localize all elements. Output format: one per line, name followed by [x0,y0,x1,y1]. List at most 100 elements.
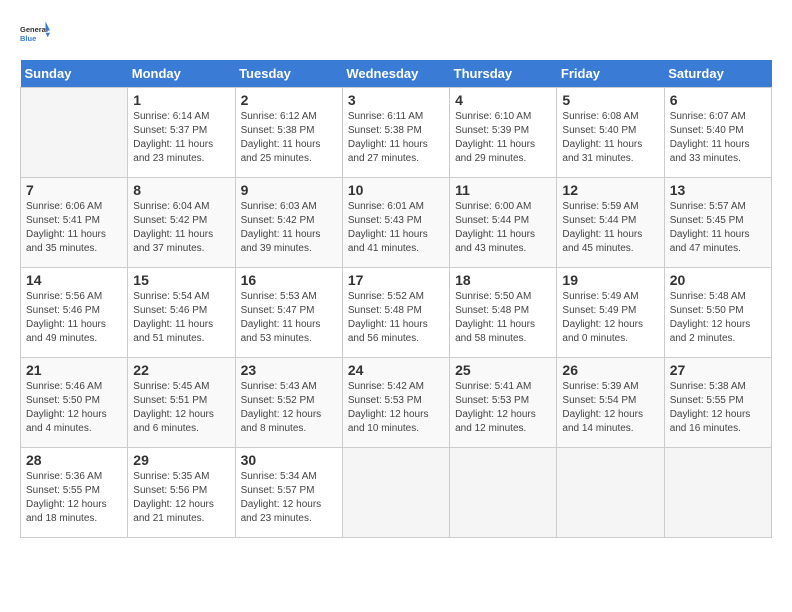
logo: General Blue [20,20,54,50]
day-header-thursday: Thursday [450,60,557,88]
day-number: 18 [455,272,551,288]
day-header-friday: Friday [557,60,664,88]
calendar-cell: 24 Sunrise: 5:42 AM Sunset: 5:53 PM Dayli… [342,358,449,448]
calendar-cell [21,88,128,178]
day-number: 4 [455,92,551,108]
day-info: Sunrise: 6:00 AM Sunset: 5:44 PM Dayligh… [455,200,551,256]
day-info: Sunrise: 6:12 AM Sunset: 5:38 PM Dayligh… [241,110,337,166]
calendar-cell: 26 Sunrise: 5:39 AM Sunset: 5:54 PM Dayli… [557,358,664,448]
calendar-week-row: 28 Sunrise: 5:36 AM Sunset: 5:55 PM Dayli… [21,448,772,538]
day-number: 16 [241,272,337,288]
day-number: 6 [670,92,766,108]
day-number: 27 [670,362,766,378]
calendar-week-row: 1 Sunrise: 6:14 AM Sunset: 5:37 PM Daylig… [21,88,772,178]
calendar-cell: 30 Sunrise: 5:34 AM Sunset: 5:57 PM Dayli… [235,448,342,538]
day-number: 5 [562,92,658,108]
day-number: 10 [348,182,444,198]
calendar-cell: 29 Sunrise: 5:35 AM Sunset: 5:56 PM Dayli… [128,448,235,538]
calendar-cell: 22Sunrise: 5:45 AM Sunset: 5:51 PM Dayli… [128,358,235,448]
day-info: Sunrise: 6:04 AM Sunset: 5:42 PM Dayligh… [133,200,229,256]
calendar-cell [664,448,771,538]
calendar-week-row: 21 Sunrise: 5:46 AM Sunset: 5:50 PM Dayli… [21,358,772,448]
calendar-cell: 10Sunrise: 6:01 AM Sunset: 5:43 PM Dayli… [342,178,449,268]
day-number: 17 [348,272,444,288]
calendar-cell: 3 Sunrise: 6:11 AM Sunset: 5:38 PM Daylig… [342,88,449,178]
day-info: Sunrise: 5:41 AM Sunset: 5:53 PM Dayligh… [455,380,551,436]
calendar-cell: 20Sunrise: 5:48 AM Sunset: 5:50 PM Dayli… [664,268,771,358]
svg-text:General: General [20,25,48,34]
day-header-saturday: Saturday [664,60,771,88]
day-header-tuesday: Tuesday [235,60,342,88]
day-info: Sunrise: 5:59 AM Sunset: 5:44 PM Dayligh… [562,200,658,256]
calendar-cell: 11Sunrise: 6:00 AM Sunset: 5:44 PM Dayli… [450,178,557,268]
page-header: General Blue [20,20,772,50]
day-number: 26 [562,362,658,378]
calendar-cell: 23Sunrise: 5:43 AM Sunset: 5:52 PM Dayli… [235,358,342,448]
day-info: Sunrise: 5:56 AM Sunset: 5:46 PM Dayligh… [26,290,122,346]
day-header-wednesday: Wednesday [342,60,449,88]
day-number: 2 [241,92,337,108]
calendar-cell: 13 Sunrise: 5:57 AM Sunset: 5:45 PM Dayli… [664,178,771,268]
calendar-week-row: 7 Sunrise: 6:06 AM Sunset: 5:41 PM Daylig… [21,178,772,268]
calendar-cell: 16Sunrise: 5:53 AM Sunset: 5:47 PM Dayli… [235,268,342,358]
day-info: Sunrise: 5:54 AM Sunset: 5:46 PM Dayligh… [133,290,229,346]
day-info: Sunrise: 6:14 AM Sunset: 5:37 PM Dayligh… [133,110,229,166]
day-info: Sunrise: 5:36 AM Sunset: 5:55 PM Dayligh… [26,470,122,526]
calendar-table: SundayMondayTuesdayWednesdayThursdayFrid… [20,60,772,538]
day-info: Sunrise: 6:06 AM Sunset: 5:41 PM Dayligh… [26,200,122,256]
day-number: 15 [133,272,229,288]
calendar-cell: 14Sunrise: 5:56 AM Sunset: 5:46 PM Dayli… [21,268,128,358]
day-number: 1 [133,92,229,108]
day-number: 9 [241,182,337,198]
calendar-cell: 7 Sunrise: 6:06 AM Sunset: 5:41 PM Daylig… [21,178,128,268]
day-number: 30 [241,452,337,468]
calendar-cell: 1 Sunrise: 6:14 AM Sunset: 5:37 PM Daylig… [128,88,235,178]
calendar-cell: 5Sunrise: 6:08 AM Sunset: 5:40 PM Daylig… [557,88,664,178]
day-info: Sunrise: 6:11 AM Sunset: 5:38 PM Dayligh… [348,110,444,166]
calendar-cell: 27 Sunrise: 5:38 AM Sunset: 5:55 PM Dayli… [664,358,771,448]
calendar-cell: 25 Sunrise: 5:41 AM Sunset: 5:53 PM Dayli… [450,358,557,448]
calendar-cell: 6 Sunrise: 6:07 AM Sunset: 5:40 PM Daylig… [664,88,771,178]
calendar-cell: 9Sunrise: 6:03 AM Sunset: 5:42 PM Daylig… [235,178,342,268]
calendar-cell: 8Sunrise: 6:04 AM Sunset: 5:42 PM Daylig… [128,178,235,268]
svg-text:Blue: Blue [20,34,36,43]
day-number: 25 [455,362,551,378]
day-info: Sunrise: 5:46 AM Sunset: 5:50 PM Dayligh… [26,380,122,436]
day-info: Sunrise: 5:48 AM Sunset: 5:50 PM Dayligh… [670,290,766,346]
day-header-sunday: Sunday [21,60,128,88]
day-number: 13 [670,182,766,198]
day-number: 29 [133,452,229,468]
day-header-monday: Monday [128,60,235,88]
day-info: Sunrise: 5:49 AM Sunset: 5:49 PM Dayligh… [562,290,658,346]
day-info: Sunrise: 5:35 AM Sunset: 5:56 PM Dayligh… [133,470,229,526]
day-number: 12 [562,182,658,198]
day-number: 7 [26,182,122,198]
day-number: 19 [562,272,658,288]
day-info: Sunrise: 6:07 AM Sunset: 5:40 PM Dayligh… [670,110,766,166]
calendar-cell: 18 Sunrise: 5:50 AM Sunset: 5:48 PM Dayli… [450,268,557,358]
calendar-cell: 17Sunrise: 5:52 AM Sunset: 5:48 PM Dayli… [342,268,449,358]
logo-icon: General Blue [20,20,50,50]
day-info: Sunrise: 5:43 AM Sunset: 5:52 PM Dayligh… [241,380,337,436]
day-number: 22 [133,362,229,378]
calendar-header-row: SundayMondayTuesdayWednesdayThursdayFrid… [21,60,772,88]
calendar-cell [557,448,664,538]
day-number: 3 [348,92,444,108]
calendar-cell [342,448,449,538]
day-number: 21 [26,362,122,378]
day-info: Sunrise: 5:42 AM Sunset: 5:53 PM Dayligh… [348,380,444,436]
day-info: Sunrise: 5:50 AM Sunset: 5:48 PM Dayligh… [455,290,551,346]
day-info: Sunrise: 6:10 AM Sunset: 5:39 PM Dayligh… [455,110,551,166]
day-info: Sunrise: 5:34 AM Sunset: 5:57 PM Dayligh… [241,470,337,526]
calendar-cell: 2 Sunrise: 6:12 AM Sunset: 5:38 PM Daylig… [235,88,342,178]
day-info: Sunrise: 5:38 AM Sunset: 5:55 PM Dayligh… [670,380,766,436]
day-number: 24 [348,362,444,378]
day-info: Sunrise: 5:39 AM Sunset: 5:54 PM Dayligh… [562,380,658,436]
calendar-cell: 4 Sunrise: 6:10 AM Sunset: 5:39 PM Daylig… [450,88,557,178]
day-number: 28 [26,452,122,468]
calendar-cell: 12 Sunrise: 5:59 AM Sunset: 5:44 PM Dayli… [557,178,664,268]
calendar-cell: 21 Sunrise: 5:46 AM Sunset: 5:50 PM Dayli… [21,358,128,448]
calendar-cell [450,448,557,538]
day-info: Sunrise: 5:57 AM Sunset: 5:45 PM Dayligh… [670,200,766,256]
calendar-week-row: 14Sunrise: 5:56 AM Sunset: 5:46 PM Dayli… [21,268,772,358]
